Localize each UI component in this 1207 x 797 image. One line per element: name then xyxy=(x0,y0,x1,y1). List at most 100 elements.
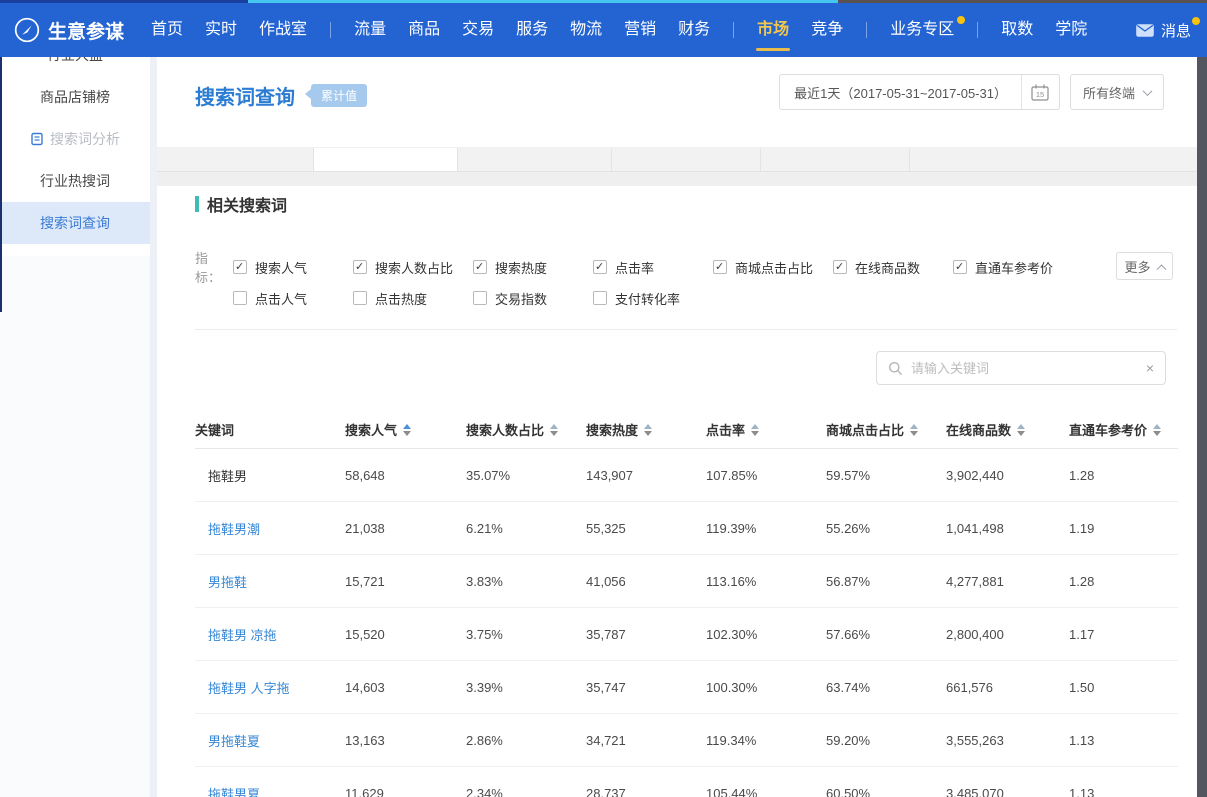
checkbox[interactable] xyxy=(353,291,367,305)
nav-item[interactable]: 商品 xyxy=(397,3,451,57)
sort-icon[interactable] xyxy=(550,424,558,436)
nav-item[interactable]: 市场 xyxy=(746,3,800,57)
metric-option[interactable]: 商城点击占比 xyxy=(713,258,833,277)
messages-button[interactable]: 消息 xyxy=(1136,3,1191,57)
cell-searcher-ratio: 3.39% xyxy=(466,680,586,695)
date-range-picker[interactable]: 最近1天（2017-05-31~2017-05-31） 15 xyxy=(779,74,1060,110)
nav-item[interactable]: 交易 xyxy=(451,3,505,57)
checkbox[interactable] xyxy=(473,291,487,305)
keyword-cell[interactable]: 拖鞋男 人字拖 xyxy=(195,678,345,697)
page-title: 搜索词查询 xyxy=(195,81,295,110)
metric-option[interactable]: 支付转化率 xyxy=(593,289,713,308)
sidebar: 行业大盘 商品店铺榜 搜索词分析 xyxy=(0,57,150,797)
sidebar-item-label: 商品店铺榜 xyxy=(40,87,110,107)
nav-item[interactable]: 竞争 xyxy=(800,3,854,57)
nav-item[interactable]: 业务专区 xyxy=(879,3,965,57)
tab[interactable] xyxy=(157,148,314,171)
keyword-cell[interactable]: 拖鞋男夏 xyxy=(195,784,345,797)
tab[interactable] xyxy=(458,148,612,171)
browser-edge-strip xyxy=(0,0,1207,3)
sidebar-scrollbar[interactable] xyxy=(150,57,157,797)
nav-item[interactable]: 财务 xyxy=(667,3,721,57)
tab[interactable] xyxy=(761,148,910,171)
cell-online-products: 1,041,498 xyxy=(946,521,1069,536)
keyword-cell[interactable]: 男拖鞋夏 xyxy=(195,731,345,750)
nav-item[interactable]: 作战室 xyxy=(248,3,318,57)
checkbox[interactable] xyxy=(473,260,487,274)
divider xyxy=(195,329,1177,330)
nav-item[interactable]: 营销 xyxy=(613,3,667,57)
table-row: 拖鞋男潮 21,038 6.21% 55,325 119.39% 55.26% … xyxy=(195,502,1178,555)
metric-option[interactable]: 交易指数 xyxy=(473,289,593,308)
column-header-label: 商城点击占比 xyxy=(826,420,904,439)
cell-searcher-ratio: 2.86% xyxy=(466,733,586,748)
metric-option[interactable]: 搜索人气 xyxy=(233,258,353,277)
cell-ztc-price: 1.13 xyxy=(1069,733,1178,748)
clear-search-icon[interactable]: × xyxy=(1146,361,1154,375)
metric-option[interactable]: 在线商品数 xyxy=(833,258,953,277)
nav-item[interactable]: 物流 xyxy=(559,3,613,57)
tab[interactable] xyxy=(612,148,761,171)
sort-icon[interactable] xyxy=(403,424,411,436)
sidebar-item[interactable]: 商品店铺榜 xyxy=(0,76,150,118)
search-icon xyxy=(888,361,903,376)
cell-ztc-price: 1.19 xyxy=(1069,521,1178,536)
app-logo[interactable]: 生意参谋 xyxy=(14,17,124,44)
date-range-text: 最近1天（2017-05-31~2017-05-31） xyxy=(780,83,1021,102)
tab-active[interactable] xyxy=(314,148,458,171)
nav-item[interactable]: 首页 xyxy=(140,3,194,57)
checkbox[interactable] xyxy=(353,260,367,274)
sort-icon[interactable] xyxy=(1017,424,1025,436)
sort-icon[interactable] xyxy=(1153,424,1161,436)
nav-item[interactable]: 学院 xyxy=(1044,3,1098,57)
sidebar-item-label: 搜索词分析 xyxy=(50,129,120,149)
checkbox[interactable] xyxy=(593,291,607,305)
keyword-cell[interactable]: 拖鞋男 xyxy=(195,466,345,485)
metric-option[interactable]: 点击率 xyxy=(593,258,713,277)
sort-icon[interactable] xyxy=(751,424,759,436)
keyword-cell[interactable]: 拖鞋男潮 xyxy=(195,519,345,538)
column-header-label: 搜索人数占比 xyxy=(466,420,544,439)
metric-option[interactable]: 搜索热度 xyxy=(473,258,593,277)
more-button[interactable]: 更多 xyxy=(1116,252,1173,280)
column-header[interactable]: 搜索人数占比 xyxy=(466,420,586,439)
column-header[interactable]: 点击率 xyxy=(706,420,826,439)
metric-option[interactable]: 直通车参考价 xyxy=(953,258,1073,277)
metric-option[interactable]: 搜索人数占比 xyxy=(353,258,473,277)
column-header[interactable]: 直通车参考价 xyxy=(1069,420,1178,439)
cell-online-products: 3,485,070 xyxy=(946,786,1069,797)
page-scrollbar[interactable] xyxy=(1197,57,1207,797)
checkbox[interactable] xyxy=(953,260,967,274)
keyword-cell[interactable]: 男拖鞋 xyxy=(195,572,345,591)
column-header-label: 搜索人气 xyxy=(345,420,397,439)
sidebar-item[interactable]: 搜索词查询 xyxy=(0,202,150,244)
metric-option[interactable]: 点击人气 xyxy=(233,289,353,308)
sidebar-item[interactable]: 行业热搜词 xyxy=(0,160,150,202)
sort-icon[interactable] xyxy=(910,424,918,436)
sidebar-item[interactable]: 行业大盘 xyxy=(0,57,150,76)
nav-divider xyxy=(330,22,331,38)
sidebar-item[interactable]: 搜索词分析 xyxy=(0,118,150,160)
checkbox[interactable] xyxy=(833,260,847,274)
terminal-dropdown[interactable]: 所有终端 xyxy=(1070,74,1164,110)
keyword-search-input[interactable] xyxy=(911,361,1138,376)
column-header[interactable]: 关键词 xyxy=(195,420,345,439)
checkbox[interactable] xyxy=(233,291,247,305)
metric-option[interactable]: 点击热度 xyxy=(353,289,473,308)
cell-click-rate: 105.44% xyxy=(706,786,826,797)
nav-item[interactable]: 流量 xyxy=(343,3,397,57)
column-header[interactable]: 在线商品数 xyxy=(946,420,1069,439)
tab[interactable] xyxy=(910,148,1197,171)
column-header[interactable]: 搜索人气 xyxy=(345,420,466,439)
sort-icon[interactable] xyxy=(644,424,652,436)
keyword-cell[interactable]: 拖鞋男 凉拖 xyxy=(195,625,345,644)
nav-item[interactable]: 取数 xyxy=(990,3,1044,57)
column-header[interactable]: 商城点击占比 xyxy=(826,420,946,439)
checkbox[interactable] xyxy=(233,260,247,274)
column-header[interactable]: 搜索热度 xyxy=(586,420,706,439)
checkbox[interactable] xyxy=(593,260,607,274)
calendar-button[interactable]: 15 xyxy=(1021,75,1059,109)
nav-item[interactable]: 服务 xyxy=(505,3,559,57)
checkbox[interactable] xyxy=(713,260,727,274)
nav-item[interactable]: 实时 xyxy=(194,3,248,57)
